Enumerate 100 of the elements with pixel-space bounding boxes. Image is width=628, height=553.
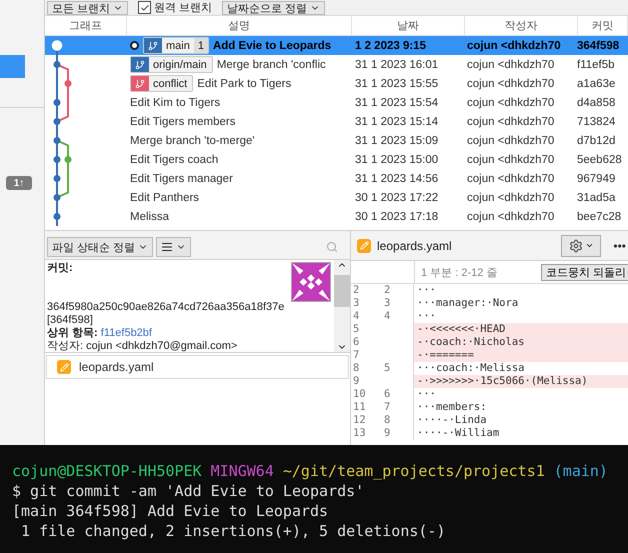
diff-file-name: leopards.yaml — [377, 238, 452, 252]
author-cell-text: cojun <dhkdzh70 — [466, 172, 556, 186]
avatar-identicon — [291, 262, 331, 302]
line-number: 6 — [383, 388, 392, 401]
line-number: 2 — [352, 284, 360, 297]
author-cell-text: cojun <dhkdzh70 — [466, 190, 556, 206]
scrollbar-thumb[interactable] — [334, 275, 350, 307]
commit-node[interactable] — [54, 156, 60, 163]
commit-cell-text: d7b12d — [576, 134, 616, 148]
commit-cell-text: bee7c28 — [576, 210, 622, 224]
line-number: 4 — [352, 310, 360, 323]
commit-row[interactable]: Edit Tigers members 31 1 2023 15:14 cojun <dhkdzh70 713824 — [45, 112, 628, 131]
author-cell-text: cojun <dhkdzh70 — [466, 96, 556, 110]
short-hash: [364f598] — [47, 314, 94, 327]
diff-line: ····-·Linda — [413, 414, 628, 427]
line-number: 4 — [383, 310, 392, 323]
modified-icon — [57, 360, 71, 374]
file-sort-dropdown[interactable]: 파일 상태순 정렬 — [47, 237, 154, 257]
author-cell-text: cojun <dhkdzh70 — [466, 58, 556, 72]
diff-line: ··· — [413, 284, 628, 297]
commit-message: Edit Tigers coach — [130, 154, 218, 166]
branch-tag[interactable]: main 1 — [143, 37, 209, 54]
terminal-line: [main 364f598] Add Evie to Leopards — [12, 501, 330, 521]
commit-cell-text: d4a858 — [576, 96, 616, 110]
commit-row[interactable]: Merge branch 'to-merge' 31 1 2023 15:09 cojun <dhkdzh70 d7b12d — [45, 131, 628, 150]
commit-cell-text: 31ad5a — [576, 190, 616, 206]
commit-message: Melissa — [130, 210, 169, 222]
commit-node[interactable] — [64, 156, 72, 163]
date-cell-text: 31 1 2023 14:56 — [354, 172, 440, 186]
prompt-text: MINGW64 — [210, 461, 274, 481]
commit-node[interactable] — [54, 213, 60, 220]
commit-row[interactable]: Melissa 30 1 2023 17:18 cojun <dhkdzh70 bee7c28 — [45, 207, 628, 226]
prompt-text: ~/git/team_projects/projects1 — [282, 461, 545, 481]
revert-hunk-button[interactable]: 코드뭉치 되돌리 — [540, 264, 628, 280]
commit-row[interactable]: Edit Panthers 30 1 2023 17:22 cojun <dhkdzh70 31ad5a — [45, 188, 628, 207]
commit-message: Edit Tigers manager — [130, 172, 233, 184]
line-number: 7 — [352, 349, 360, 362]
commit-node[interactable] — [54, 99, 60, 106]
head-commit-node[interactable] — [52, 40, 62, 51]
commit-cell-text: f11ef5b — [576, 58, 616, 72]
file-item[interactable]: leopards.yaml — [46, 355, 349, 379]
diff-line: ···manager:·Nora — [413, 297, 628, 310]
commit-cell-text: a1a63e — [576, 76, 616, 92]
date-cell-text: 31 1 2023 15:14 — [354, 114, 440, 130]
commit-node[interactable] — [54, 137, 60, 144]
line-number: 8 — [352, 362, 360, 375]
author-cell-text: cojun <dhkdzh70 — [466, 134, 556, 148]
branch-filter-dropdown[interactable]: 모든 브랜치 — [47, 1, 128, 15]
diff-line: ····-·William — [413, 427, 628, 440]
parent-label: 상위 항목: — [47, 327, 98, 339]
date-cell-text: 30 1 2023 17:22 — [354, 190, 440, 206]
settings-icon — [568, 238, 583, 252]
terminal-line: $ git commit -am 'Add Evie to Leopards' — [12, 481, 366, 501]
remote-branches-checkbox[interactable] — [138, 1, 152, 14]
parent-link[interactable]: f11ef5b2bf — [100, 327, 152, 339]
commit-message: Merge branch 'to-merge' — [130, 134, 255, 146]
commit-label: 커밋: — [47, 262, 74, 275]
date-cell-text: 30 1 2023 17:18 — [354, 210, 440, 224]
sort-dropdown[interactable]: 날짜순으로 정렬 — [222, 1, 326, 15]
commit-hash: 364f5980a250c90ae826a74cd726aa356a18f37e — [47, 301, 286, 314]
commit-row[interactable]: Edit Tigers manager 31 1 2023 14:56 cojun <dhkdzh70 967949 — [45, 169, 628, 188]
commit-node[interactable] — [54, 175, 60, 182]
settings-button[interactable] — [561, 234, 602, 256]
branch-icon — [135, 78, 145, 88]
commit-row[interactable]: Edit Kim to Tigers 31 1 2023 15:54 cojun <dhkdzh70 d4a858 — [45, 93, 628, 112]
prompt-text: cojun@DESKTOP-HH50PEK — [12, 461, 202, 481]
modified-icon — [357, 238, 371, 252]
commit-row[interactable]: origin/main Merge branch 'conflic 31 1 2023 16:01 cojun <dhkdzh70 f11ef5b — [45, 55, 628, 74]
diff-line: ···members: — [413, 401, 628, 414]
chevron-down-icon — [584, 241, 594, 250]
more-menu[interactable]: ••• — [607, 238, 628, 252]
commit-message: Edit Park to Tigers — [197, 78, 292, 90]
line-number: 3 — [383, 297, 392, 310]
line-number: 12 — [352, 414, 367, 427]
commit-row[interactable]: Edit Tigers coach 31 1 2023 15:00 cojun <dhkdzh70 5eeb628 — [45, 150, 628, 169]
commit-node[interactable] — [54, 61, 60, 68]
branch-icon — [135, 60, 145, 70]
date-cell-text: 31 1 2023 15:09 — [354, 134, 440, 148]
line-number: 8 — [383, 414, 392, 427]
ahead-count-badge: 1↑ — [6, 176, 32, 190]
branch-tag[interactable]: origin/main — [130, 56, 213, 73]
terminal-line: 1 file changed, 2 insertions(+), 5 deletions(-) — [20, 521, 446, 541]
commit-message: Edit Kim to Tigers — [130, 96, 220, 108]
line-number: 9 — [383, 427, 392, 440]
commit-row[interactable]: main 1 Add Evie to Leopards 1 2 2023 9:15 cojun <dhkdzh70 364f598 — [45, 36, 628, 55]
commit-cell-text: 364f598 — [576, 38, 620, 54]
commit-message: Edit Panthers — [130, 192, 200, 204]
commit-node[interactable] — [54, 194, 60, 201]
date-cell-text: 31 1 2023 16:01 — [354, 58, 440, 72]
author-cell-text: cojun <dhkdzh70 — [466, 76, 556, 92]
branch-tag[interactable]: conflict — [130, 75, 194, 92]
line-number: 7 — [383, 401, 392, 414]
line-number: 11 — [352, 401, 367, 414]
author-cell-text: cojun <dhkdzh70 — [466, 114, 556, 130]
view-mode-dropdown[interactable] — [156, 237, 192, 257]
commit-row[interactable]: conflict Edit Park to Tigers 31 1 2023 15:55 cojun <dhkdzh70 a1a63e — [45, 74, 628, 93]
commit-node[interactable] — [54, 118, 60, 125]
commit-message: Add Evie to Leopards — [212, 40, 332, 52]
line-number: 2 — [383, 284, 392, 297]
commit-node[interactable] — [64, 80, 72, 87]
